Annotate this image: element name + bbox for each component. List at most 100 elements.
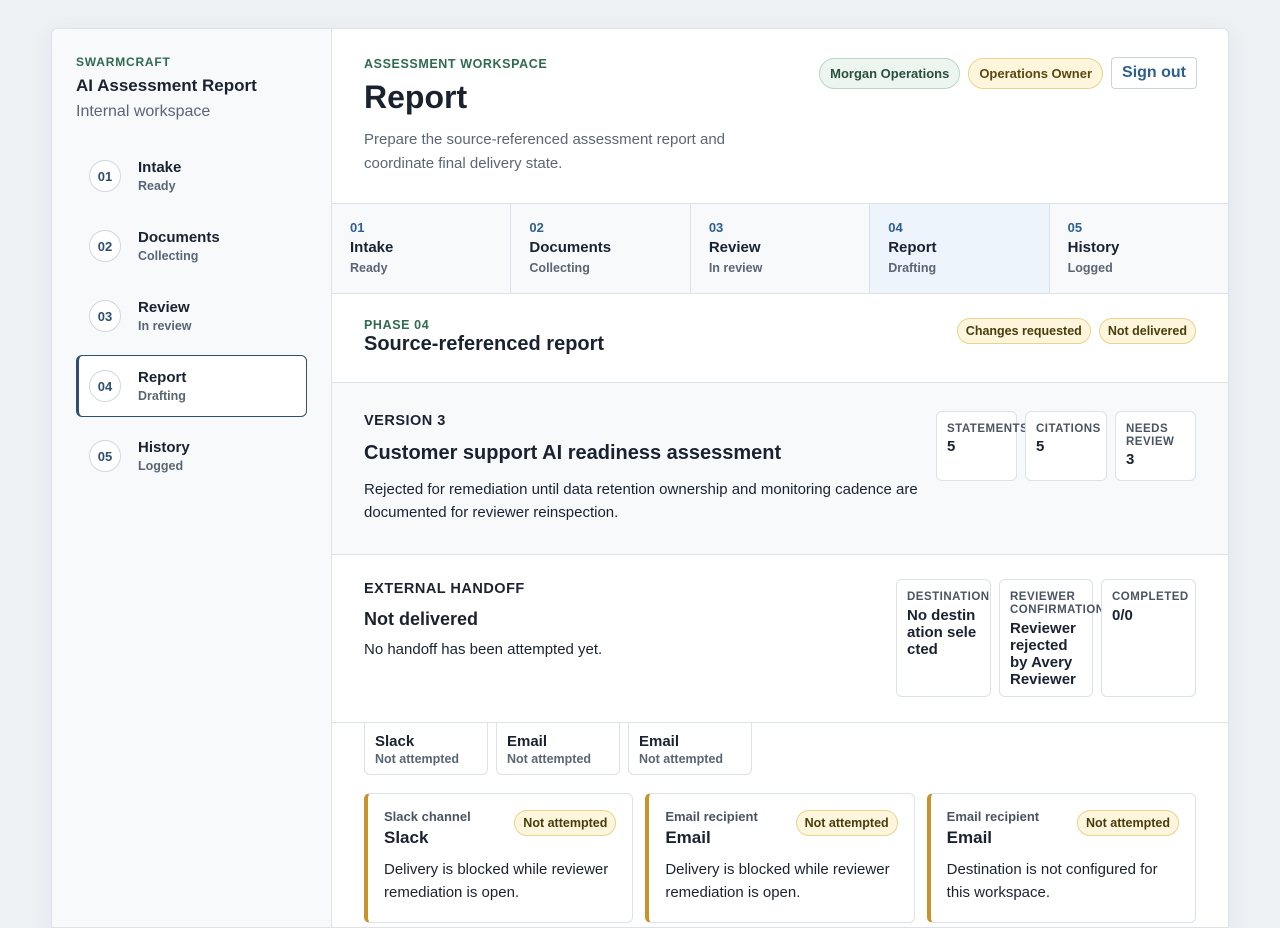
version-description: Rejected for remediation until data rete… xyxy=(364,481,918,521)
step-status: Collecting xyxy=(138,249,199,263)
step-name: Documents xyxy=(138,229,220,246)
stat-label: REVIEWER CONFIRMATION xyxy=(1010,591,1105,616)
tab-name: Intake xyxy=(350,239,394,256)
card-description: Delivery is blocked while reviewer remed… xyxy=(665,861,890,901)
sidebar-steps: 01 Intake Ready 02 Documents Collecting … xyxy=(76,145,307,487)
tab-status: Logged xyxy=(1067,261,1113,275)
app-title: AI Assessment Report xyxy=(76,76,257,95)
handoff-stats: DESTINATION No destination selected REVI… xyxy=(896,579,1196,697)
channel-name: Slack xyxy=(375,733,415,750)
tab-number: 02 xyxy=(529,220,544,235)
channel-status: Not attempted xyxy=(507,752,592,766)
status-badge: Not attempted xyxy=(1076,810,1179,836)
stat-statements: STATEMENTS 5 xyxy=(936,411,1029,481)
step-status: In review xyxy=(138,319,192,333)
step-name: History xyxy=(138,439,190,456)
step-name: Intake xyxy=(138,159,182,176)
stat-value: 5 xyxy=(1036,438,1045,455)
card-description: Delivery is blocked while reviewer remed… xyxy=(384,861,609,901)
step-number: 02 xyxy=(89,230,121,262)
sidebar-item-documents[interactable]: 02 Documents Collecting xyxy=(76,215,307,277)
tab-number: 05 xyxy=(1067,220,1083,235)
status-badge: Not delivered xyxy=(1098,318,1196,344)
channel-chip-email[interactable]: Email Not attempted xyxy=(496,723,620,775)
step-number: 03 xyxy=(89,300,121,332)
step-number: 01 xyxy=(89,160,121,192)
stat-needs-review: NEEDS REVIEW 3 xyxy=(1115,411,1196,481)
stat-label: NEEDS REVIEW xyxy=(1126,423,1175,448)
stat-value: 5 xyxy=(947,438,956,455)
sidebar: SWARMCRAFT AI Assessment Report Internal… xyxy=(52,29,332,927)
page-header: ASSESSMENT WORKSPACE Report Prepare the … xyxy=(332,29,1228,204)
phase-badges: Changes requested Not delivered xyxy=(956,318,1196,344)
tab-report[interactable]: 04 Report Drafting xyxy=(870,204,1050,293)
delivery-card: Email recipient Email Not attempted Deli… xyxy=(645,793,915,923)
status-badge: Not attempted xyxy=(514,810,617,836)
step-status: Logged xyxy=(138,459,184,473)
status-badge: Not attempted xyxy=(795,810,898,836)
channel-chip-email[interactable]: Email Not attempted xyxy=(628,723,752,775)
stat-value: No destination selected xyxy=(907,607,977,658)
tab-intake[interactable]: 01 Intake Ready xyxy=(332,204,512,293)
delivery-cards: Slack channel Slack Not attempted Delive… xyxy=(332,775,1228,923)
stat-label: STATEMENTS xyxy=(947,423,1029,435)
version-section: VERSION 3 Customer support AI readiness … xyxy=(332,383,1228,555)
tab-status: Ready xyxy=(350,261,388,275)
delivery-card: Slack channel Slack Not attempted Delive… xyxy=(364,793,634,923)
channel-chip-slack[interactable]: Slack Not attempted xyxy=(364,723,488,775)
stat-destination: DESTINATION No destination selected xyxy=(896,579,991,697)
tab-name: Documents xyxy=(529,239,612,256)
tab-documents[interactable]: 02 Documents Collecting xyxy=(511,204,691,293)
tab-status: Drafting xyxy=(888,261,937,275)
step-number: 04 xyxy=(89,370,121,402)
version-stats: STATEMENTS 5 CITATIONS 5 NEEDS REVIEW 3 xyxy=(936,411,1196,481)
sidebar-item-intake[interactable]: 01 Intake Ready xyxy=(76,145,307,207)
stat-completed: COMPLETED 0/0 xyxy=(1101,579,1196,697)
user-pill: Morgan Operations xyxy=(819,57,961,89)
main-content: ASSESSMENT WORKSPACE Report Prepare the … xyxy=(332,29,1228,927)
tab-status: In review xyxy=(708,261,763,275)
channel-list: Slack Not attempted Email Not attempted … xyxy=(332,723,1228,775)
sidebar-item-history[interactable]: 05 History Logged xyxy=(76,425,307,487)
channel-status: Not attempted xyxy=(375,752,460,766)
step-name: Review xyxy=(138,299,190,316)
tab-number: 04 xyxy=(888,220,903,235)
stat-value: 0/0 xyxy=(1112,607,1133,624)
tab-name: Review xyxy=(708,239,761,256)
stat-value: 3 xyxy=(1126,451,1135,468)
tab-status: Collecting xyxy=(529,261,590,275)
step-status: Drafting xyxy=(138,389,186,403)
handoff-section: EXTERNAL HANDOFF Not delivered No handof… xyxy=(332,555,1228,723)
step-status: Ready xyxy=(138,179,176,193)
page-description: Prepare the source-referenced assessment… xyxy=(364,131,726,172)
header-actions: Morgan Operations Operations Owner Sign … xyxy=(819,57,1197,89)
step-name: Report xyxy=(138,369,187,386)
tab-name: Report xyxy=(888,239,937,256)
step-number: 05 xyxy=(89,440,121,472)
app-window: SWARMCRAFT AI Assessment Report Internal… xyxy=(51,28,1229,928)
stat-label: DESTINATION xyxy=(907,591,990,603)
delivery-card: Email recipient Email Not attempted Dest… xyxy=(926,793,1196,923)
tab-review[interactable]: 03 Review In review xyxy=(691,204,871,293)
channel-name: Email xyxy=(507,733,548,750)
app-subtitle: Internal workspace xyxy=(76,103,211,120)
sidebar-item-review[interactable]: 03 Review In review xyxy=(76,285,307,347)
phase-tabs: 01 Intake Ready 02 Documents Collecting … xyxy=(332,204,1228,294)
stat-value: Reviewer rejected by Avery Reviewer xyxy=(1010,620,1076,688)
stat-reviewer-confirmation: REVIEWER CONFIRMATION Reviewer rejected … xyxy=(999,579,1105,697)
role-pill: Operations Owner xyxy=(968,57,1104,89)
sidebar-item-report[interactable]: 04 Report Drafting xyxy=(76,355,307,417)
stat-label: COMPLETED xyxy=(1112,591,1189,603)
sign-out-button[interactable]: Sign out xyxy=(1111,57,1197,89)
channel-name: Email xyxy=(639,733,680,750)
stat-citations: CITATIONS 5 xyxy=(1025,411,1107,481)
phase-header: PHASE 04 Source-referenced report Change… xyxy=(332,294,1228,383)
channel-status: Not attempted xyxy=(639,752,724,766)
card-description: Destination is not configured for this w… xyxy=(946,861,1158,901)
status-badge: Changes requested xyxy=(956,318,1091,344)
tab-history[interactable]: 05 History Logged xyxy=(1050,204,1228,293)
tab-number: 01 xyxy=(350,220,365,235)
tab-name: History xyxy=(1067,239,1120,256)
stat-label: CITATIONS xyxy=(1036,423,1101,435)
tab-number: 03 xyxy=(708,220,724,235)
